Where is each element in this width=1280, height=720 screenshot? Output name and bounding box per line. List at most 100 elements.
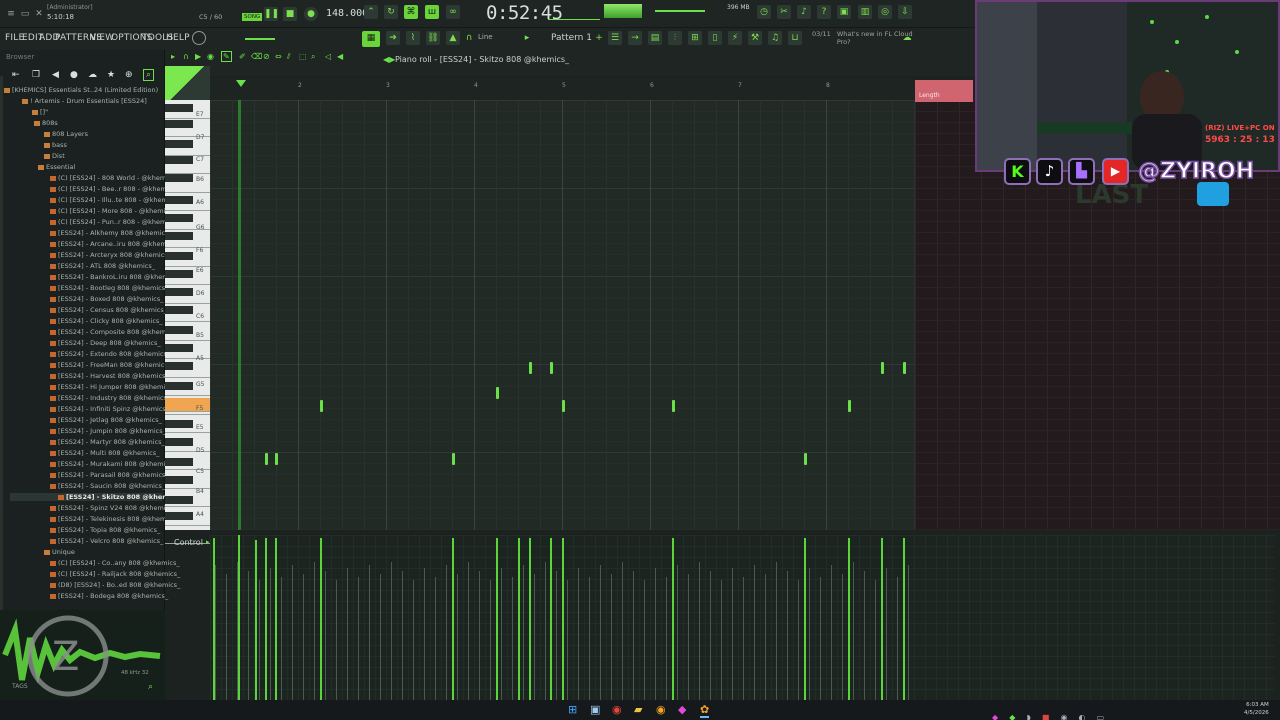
velocity-bar[interactable] <box>238 535 240 700</box>
browser-item[interactable]: [ESS24] - Clicky 808 @khemics_ <box>50 317 163 325</box>
browser-item[interactable]: (C) [ESS24] - Pun..r 808 - @khemics_ <box>50 218 178 226</box>
basket-icon[interactable]: ⊔ <box>788 31 802 45</box>
collapse-icon[interactable]: ⇤ <box>12 70 20 80</box>
velocity-bar[interactable] <box>452 538 454 700</box>
browser-item[interactable]: (D8) [ESS24] - Bo..ed 808 @khemics_ <box>50 581 180 589</box>
star-icon[interactable]: ★ <box>107 70 115 80</box>
browser-item[interactable]: Unique <box>44 548 75 556</box>
fl-studio-taskbar-icon[interactable]: ✿ <box>700 703 710 718</box>
browser-item[interactable]: Essential <box>38 163 75 171</box>
play-pattern-icon[interactable]: ▸ <box>520 31 534 45</box>
browser-item[interactable]: [ESS24] - Extendo 808 @khemics_ <box>50 350 170 358</box>
browser-item[interactable]: []" <box>32 108 48 116</box>
black-key[interactable] <box>165 252 193 260</box>
piano-keyboard[interactable]: E7 D7 C7 B6 A6 G6 F6 E6 D6 C6 B5 A5 G5 F5 E5 D5 C5 B4 A4 <box>165 100 210 544</box>
black-key[interactable] <box>165 496 193 504</box>
browser-item[interactable]: [ESS24] - Arcteryx 808 @khemics_ <box>50 251 171 259</box>
browser-item[interactable]: [ESS24] - Velcro 808 @khemics_ <box>50 537 163 545</box>
black-key[interactable] <box>165 214 193 222</box>
note[interactable] <box>320 400 323 412</box>
browser-item[interactable]: [ESS24] - Bodega 808 @khemics_ <box>50 592 168 600</box>
help-icon[interactable]: ? <box>817 5 831 19</box>
slip-tool-icon[interactable]: ⇔ <box>275 52 282 61</box>
record-icon[interactable]: ● <box>304 7 318 21</box>
note[interactable] <box>529 362 532 374</box>
cut-icon[interactable]: ✂ <box>777 5 791 19</box>
black-key[interactable] <box>165 362 193 370</box>
chrome-icon[interactable]: ◉ <box>612 703 622 716</box>
browser-item[interactable]: [ESS24] - Deep 808 @khemics_ <box>50 339 161 347</box>
menu-icon[interactable]: ≡ <box>4 7 18 21</box>
note[interactable] <box>848 400 851 412</box>
browser-item[interactable]: (C) [ESS24] - 808 World - @khemics_ <box>50 174 178 182</box>
system-tray[interactable]: ◆ ◆ ◗ ■ ◉ ◐ ▭ <box>992 705 1232 720</box>
piano-roll-view-icon[interactable]: ▦ <box>362 31 380 47</box>
add-pattern-icon[interactable]: + <box>592 31 606 45</box>
play-icon[interactable]: ❚❚ <box>264 7 279 21</box>
playhead[interactable] <box>238 100 241 530</box>
velocity-bar[interactable] <box>550 538 552 700</box>
countdown-icon[interactable]: ↻ <box>384 5 398 19</box>
slice-tool-icon[interactable]: ⫽ <box>287 52 291 62</box>
browser-item[interactable]: Dist <box>44 152 65 160</box>
browser-item[interactable]: [ESS24] - Skitzo 808 @khemics_ <box>10 493 182 501</box>
magnet-icon[interactable]: ∩ <box>462 31 476 45</box>
black-key[interactable] <box>165 306 193 314</box>
song-mode-toggle[interactable]: SONG <box>242 13 263 21</box>
browser-item[interactable]: [ESS24] - Multi 808 @khemics_ <box>50 449 159 457</box>
close-icon[interactable]: ✕ <box>32 7 46 21</box>
minimize-icon[interactable]: ▭ <box>18 7 32 21</box>
tags-label[interactable]: TAGS <box>12 683 28 690</box>
browser-item[interactable]: [ESS24] - Census 808 @khemics_ <box>50 306 167 314</box>
black-key[interactable] <box>165 288 193 296</box>
search-icon[interactable]: ⌕ <box>143 69 155 81</box>
back-icon[interactable]: ◀ <box>52 70 59 80</box>
browser-item[interactable]: [ESS24] - Bootleg 808 @khemics_ <box>50 284 168 292</box>
browser-item[interactable]: [ESS24] - Hi Jumper 808 @khemics_ <box>50 383 175 391</box>
magnet-snap-icon[interactable]: ∩ <box>183 52 189 61</box>
velocity-bar[interactable] <box>672 538 674 700</box>
browser-item[interactable]: 808s <box>34 119 58 127</box>
master-volume-slider[interactable] <box>655 10 705 12</box>
browser-item[interactable]: (C) [ESS24] - Co..any 808 @khemics_ <box>50 559 180 567</box>
playhead-marker[interactable] <box>236 80 246 88</box>
plugin-icon[interactable]: ◎ <box>878 5 892 19</box>
note[interactable] <box>275 453 278 465</box>
black-key[interactable] <box>165 232 193 240</box>
web-icon[interactable]: ⊕ <box>125 70 133 80</box>
browser-item[interactable]: [ESS24] - Arcane..iru 808 @khemics_ <box>50 240 179 248</box>
browser-item[interactable]: (C) [ESS24] - Bee..r 808 - @khemics_ <box>50 185 179 193</box>
note[interactable] <box>804 453 807 465</box>
black-key[interactable] <box>165 420 193 428</box>
black-key[interactable] <box>165 270 193 278</box>
note[interactable] <box>881 362 884 374</box>
browser-item[interactable]: bass <box>44 141 67 149</box>
control-dropdown-icon[interactable]: ▸ <box>206 538 210 546</box>
explorer-icon[interactable]: ▰ <box>634 703 642 716</box>
control-label[interactable]: Control <box>174 538 203 547</box>
browser-item[interactable]: [ESS24] - Harvest 808 @khemics_ <box>50 372 169 380</box>
roll-corner[interactable] <box>165 66 210 100</box>
note[interactable] <box>562 400 565 412</box>
note[interactable] <box>265 453 268 465</box>
pattern-selector[interactable]: Pattern 1 <box>551 33 592 43</box>
browser-item[interactable]: [ESS24] - Topia 808 @khemics_ <box>50 526 160 534</box>
black-key[interactable] <box>165 344 193 352</box>
browser-item[interactable]: [ESS24] - Murakami 808 @khemics_ <box>50 460 176 468</box>
black-key[interactable] <box>165 458 193 466</box>
plugin-picker-icon[interactable]: ⊞ <box>688 31 702 45</box>
playlist-icon[interactable]: ☰ <box>608 31 622 45</box>
brush-icon[interactable]: ⌇ <box>406 31 420 45</box>
note-grid[interactable] <box>210 100 915 530</box>
app-icon[interactable]: ◆ <box>678 703 686 716</box>
browser-item[interactable]: [ESS24] - Jetlag 808 @khemics_ <box>50 416 162 424</box>
cloud-browser-icon[interactable]: ☁ <box>88 70 97 80</box>
black-key[interactable] <box>165 174 193 182</box>
browser-item[interactable]: (C) [ESS24] - More 808 - @khemics_ <box>50 207 176 215</box>
velocity-bar[interactable] <box>903 538 905 700</box>
velocity-bar[interactable] <box>881 538 883 700</box>
score-icon[interactable]: ♫ <box>768 31 782 45</box>
black-key[interactable] <box>165 512 193 520</box>
note[interactable] <box>496 387 499 399</box>
velocity-lane[interactable] <box>210 535 1275 700</box>
